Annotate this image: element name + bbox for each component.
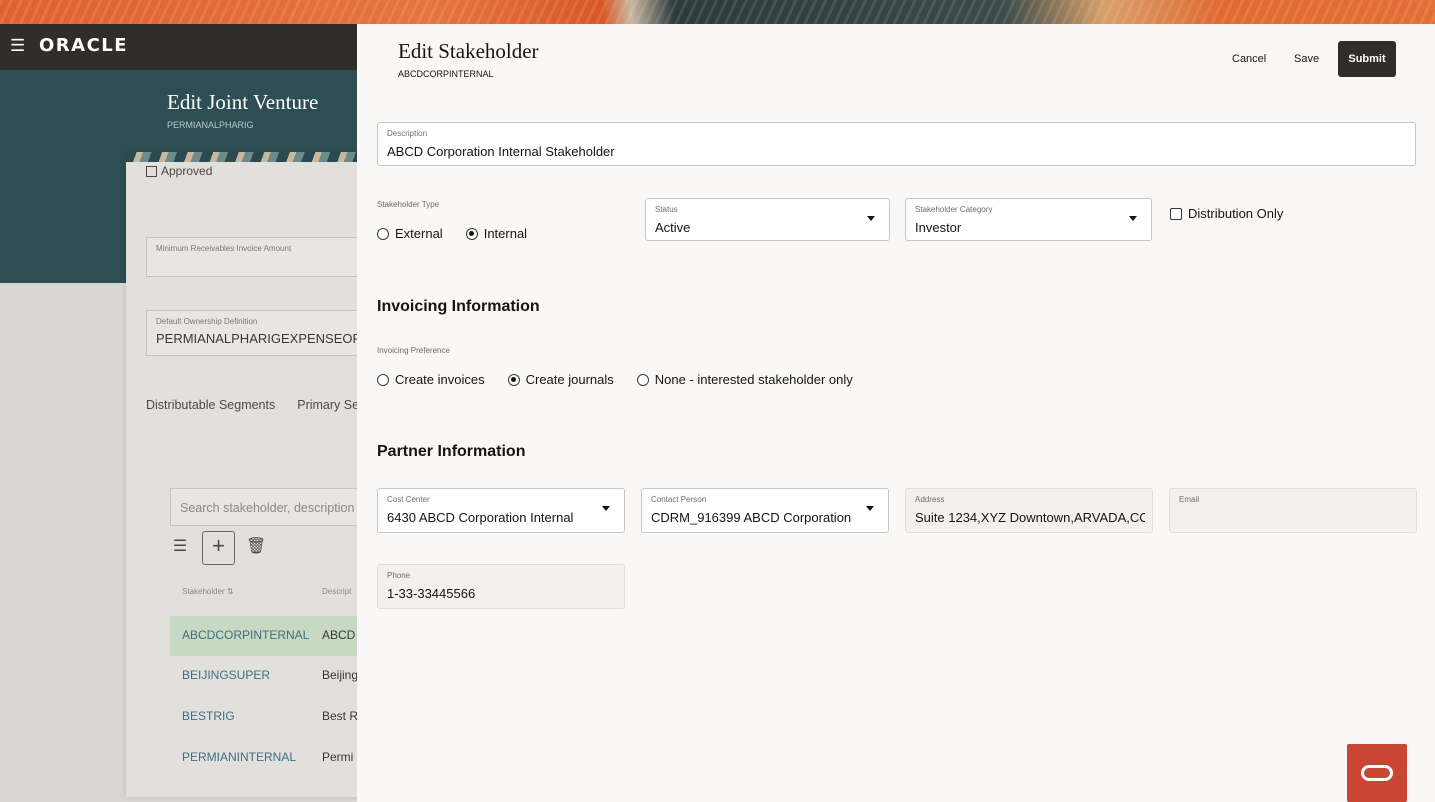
invoicing-preference-radio-group: Create invoices Create journals None - i… [377,372,853,387]
status-select[interactable]: Status Active [645,198,890,241]
search-placeholder: Search stakeholder, description [180,501,355,515]
invoicing-preference-label: Invoicing Preference [377,346,450,355]
page-subtitle: PERMIANALPHARIG [167,120,254,130]
chevron-down-icon [866,506,874,511]
card-decor-strip [126,152,357,162]
stakeholder-type-radio-group: External Internal [377,226,527,241]
delete-icon[interactable]: 🗑 [246,531,266,565]
chevron-down-icon [602,506,610,511]
radio-create-invoices[interactable]: Create invoices [377,372,485,387]
radio-internal-label: Internal [483,226,528,241]
save-button[interactable]: Save [1294,53,1319,65]
radio-create-journals[interactable]: Create journals [507,372,614,387]
add-stakeholder-button[interactable]: + [202,531,235,565]
chevron-down-icon [1129,216,1137,221]
cancel-button[interactable]: Cancel [1232,53,1266,65]
hamburger-menu-icon[interactable]: ☰ [10,37,25,54]
phone-value: 1-33-33445566 [387,586,476,601]
partner-section-heading: Partner Information [377,443,526,460]
drawer-title: Edit Stakeholder [398,39,539,63]
radio-unselected-icon [636,373,649,386]
column-header-stakeholder[interactable]: Stakeholder ⇅ [182,587,234,596]
ownership-definition-value: PERMIANALPHARIGEXPENSEOPD [156,331,371,346]
address-value: Suite 1234,XYZ Downtown,ARVADA,CO,80( [915,510,1145,525]
tab-distributable-segments[interactable]: Distributable Segments [146,398,275,412]
radio-internal[interactable]: Internal [465,226,528,241]
min-receivables-field[interactable]: Minimum Receivables Invoice Amount [146,237,357,277]
stakeholder-code-link[interactable]: BESTRIG [182,709,235,723]
contact-person-value: CDRM_916399 ABCD Corporation [651,510,852,525]
oracle-logo: ORACLE [39,35,129,56]
min-receivables-label: Minimum Receivables Invoice Amount [156,244,292,253]
cost-center-select[interactable]: Cost Center 6430 ABCD Corporation Intern… [377,488,625,533]
approved-label: Approved [161,164,213,178]
contact-person-label: Contact Person [651,495,707,504]
tab-primary-segments[interactable]: Primary Se [297,398,359,412]
table-row[interactable]: BEIJINGSUPER Beijing [170,656,357,696]
oracle-o-icon [1361,765,1393,781]
approved-checkbox[interactable]: Approved [146,164,212,180]
drawer-subtitle: ABCDCORPINTERNAL [398,69,494,79]
radio-external[interactable]: External [377,226,443,241]
contact-person-select[interactable]: Contact Person CDRM_916399 ABCD Corporat… [641,488,889,533]
cost-center-value: 6430 ABCD Corporation Internal [387,510,574,525]
table-row[interactable]: ABCDCORPINTERNAL ABCD [170,616,357,656]
description-field[interactable]: Description ABCD Corporation Internal St… [377,122,1416,166]
phone-field: Phone 1-33-33445566 [377,564,625,609]
table-row[interactable]: BESTRIG Best R [170,697,357,737]
edit-stakeholder-drawer: Edit Stakeholder ABCDCORPINTERNAL Cancel… [357,24,1435,802]
radio-unselected-icon [377,227,389,240]
stakeholder-code-link[interactable]: PERMIANINTERNAL [182,750,296,764]
address-field: Address Suite 1234,XYZ Downtown,ARVADA,C… [905,488,1153,533]
radio-none-interested-only[interactable]: None - interested stakeholder only [636,372,853,387]
status-value: Active [655,220,691,235]
distribution-only-checkbox[interactable]: Distribution Only [1170,206,1283,221]
stakeholder-category-select[interactable]: Stakeholder Category Investor [905,198,1152,241]
radio-selected-icon [507,373,520,386]
ownership-definition-label: Default Ownership Definition [156,317,258,326]
checkbox-icon [146,166,157,178]
filter-icon[interactable]: ☰ [170,531,190,565]
stakeholder-description: Best R [322,709,357,723]
page-title: Edit Joint Venture [167,90,319,114]
email-field: Email [1169,488,1417,533]
stakeholder-code-link[interactable]: BEIJINGSUPER [182,668,270,682]
description-value: ABCD Corporation Internal Stakeholder [387,144,615,159]
description-label: Description [387,129,428,138]
radio-external-label: External [395,226,443,241]
stakeholder-type-label: Stakeholder Type [377,200,440,209]
stakeholder-search-input[interactable]: Search stakeholder, description [170,488,357,526]
address-label: Address [915,495,945,504]
stakeholder-description: Beijing [322,668,357,682]
stakeholder-category-label: Stakeholder Category [915,205,993,214]
stakeholder-code-link[interactable]: ABCDCORPINTERNAL [182,628,309,642]
distribution-only-label: Distribution Only [1188,206,1284,221]
cost-center-label: Cost Center [387,495,430,504]
chevron-down-icon [867,216,875,221]
checkbox-icon [1170,207,1182,220]
radio-none-label: None - interested stakeholder only [654,372,853,387]
radio-create-invoices-label: Create invoices [395,372,485,387]
status-label: Status [655,205,678,214]
submit-button[interactable]: Submit [1338,41,1396,77]
top-banner [0,0,1435,24]
ownership-definition-field[interactable]: Default Ownership Definition PERMIANALPH… [146,310,371,356]
stakeholder-description: ABCD [322,628,356,642]
stakeholder-description: Permi [322,750,354,764]
radio-unselected-icon [377,373,389,386]
oracle-assistant-button[interactable] [1347,744,1407,802]
invoicing-section-heading: Invoicing Information [377,298,540,315]
phone-label: Phone [387,571,411,580]
table-row[interactable]: PERMIANINTERNAL Permi [170,738,357,778]
bg-tab-bar: Distributable Segments Primary Se [146,398,381,412]
radio-create-journals-label: Create journals [525,372,614,387]
radio-selected-icon [465,227,478,240]
column-header-description[interactable]: Descript [322,587,357,596]
email-label: Email [1179,495,1200,504]
stakeholder-category-value: Investor [915,220,962,235]
